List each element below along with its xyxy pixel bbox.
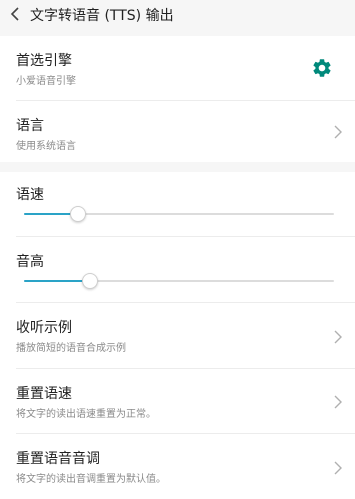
pitch-slider[interactable] xyxy=(24,271,334,291)
back-arrow-icon[interactable] xyxy=(8,6,24,22)
gear-icon[interactable] xyxy=(311,57,333,79)
speech-rate-thumb[interactable] xyxy=(69,206,86,222)
language-title: 语言 xyxy=(16,118,44,134)
preferred-engine-row[interactable]: 首选引擎 小爱语音引擎 xyxy=(0,36,355,100)
language-subtitle: 使用系统语言 xyxy=(16,141,76,152)
pitch-track-fill xyxy=(24,280,90,282)
chevron-right-icon xyxy=(334,395,342,409)
reset-pitch-title: 重置语音音调 xyxy=(16,451,100,467)
reset-pitch-subtitle: 将文字的读出音调重置为默认值。 xyxy=(16,474,166,485)
pitch-thumb[interactable] xyxy=(82,273,99,289)
speech-section: 语速 音高 收听示例 播放简短的语音合成示例 重置语速 将文字的读出语速重置为正… xyxy=(0,172,355,499)
reset-speech-rate-title: 重置语速 xyxy=(16,386,72,402)
preferred-engine-title: 首选引擎 xyxy=(16,53,72,69)
speech-rate-track-fill xyxy=(24,213,77,215)
speech-rate-slider[interactable] xyxy=(24,204,334,224)
top-bar: 文字转语音 (TTS) 输出 xyxy=(0,0,355,30)
listen-example-row[interactable]: 收听示例 播放简短的语音合成示例 xyxy=(0,303,355,367)
engine-section: 首选引擎 小爱语音引擎 语言 使用系统语言 xyxy=(0,36,355,162)
listen-example-title: 收听示例 xyxy=(16,320,72,336)
preferred-engine-subtitle: 小爱语音引擎 xyxy=(16,76,76,87)
chevron-right-icon xyxy=(334,330,342,344)
listen-example-subtitle: 播放简短的语音合成示例 xyxy=(16,343,126,354)
pitch-label: 音高 xyxy=(16,254,44,270)
reset-speech-rate-subtitle: 将文字的读出语速重置为正常。 xyxy=(16,409,156,420)
reset-pitch-row[interactable]: 重置语音音调 将文字的读出音调重置为默认值。 xyxy=(0,434,355,499)
chevron-right-icon xyxy=(334,125,342,139)
page-title: 文字转语音 (TTS) 输出 xyxy=(30,8,174,24)
speech-rate-row: 语速 xyxy=(0,172,355,236)
language-row[interactable]: 语言 使用系统语言 xyxy=(0,101,355,162)
speech-rate-label: 语速 xyxy=(16,187,44,203)
pitch-row: 音高 xyxy=(0,237,355,301)
reset-speech-rate-row[interactable]: 重置语速 将文字的读出语速重置为正常。 xyxy=(0,369,355,433)
chevron-right-icon xyxy=(334,461,342,475)
